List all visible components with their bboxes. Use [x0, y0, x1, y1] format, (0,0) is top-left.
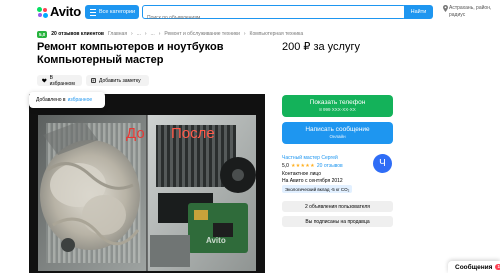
- note-icon: [91, 78, 96, 83]
- before-label: До: [126, 125, 145, 142]
- all-categories-label: Все категории: [99, 9, 136, 15]
- photo-gallery[interactable]: До После Avito: [29, 94, 265, 273]
- breadcrumb-separator: ›: [131, 31, 133, 37]
- price: 200 ₽ за услугу: [282, 41, 360, 53]
- avito-watermark: Avito: [206, 236, 226, 245]
- added-to-favorites-toast: Добавлено в избранное: [29, 92, 105, 108]
- breadcrumb-item[interactable]: Главная: [108, 31, 127, 37]
- avito-logo[interactable]: Avito: [37, 5, 81, 19]
- location-pin-icon: [443, 5, 448, 12]
- search-box: [142, 5, 406, 24]
- all-categories-button[interactable]: Все категории: [85, 5, 139, 19]
- show-phone-button[interactable]: Показать телефон 8 999 XXX-XX-XX: [282, 95, 393, 117]
- search-input[interactable]: [143, 12, 405, 24]
- logo-dots-icon: [37, 6, 48, 18]
- send-message-sub: Онлайн: [329, 134, 346, 139]
- breadcrumb: 5,0 20 отзывов клиентов Главная › ... › …: [37, 30, 303, 38]
- send-message-label: Написать сообщение: [305, 126, 370, 133]
- seller-rating: 5,0 ★★★★★ 20 отзывов: [282, 163, 343, 169]
- seller-since: На Авито с сентября 2012: [282, 178, 343, 184]
- search-button[interactable]: Найти: [404, 5, 433, 19]
- page-title: Ремонт компьютеров и ноутбуков Компьютер…: [37, 41, 224, 66]
- heart-icon: [42, 78, 47, 83]
- messages-count-badge: 1: [495, 264, 500, 270]
- seller-name[interactable]: Частный мастер Сергей: [282, 155, 338, 161]
- seller-type: Контактное лицо: [282, 171, 322, 177]
- seller-reviews-link[interactable]: 20 отзывов: [317, 163, 343, 169]
- send-message-button[interactable]: Написать сообщение Онлайн: [282, 122, 393, 144]
- after-label: После: [171, 125, 215, 142]
- breadcrumb-item[interactable]: ...: [137, 31, 141, 37]
- breadcrumb-separator: ›: [243, 31, 246, 37]
- main-photo: [38, 115, 256, 271]
- avatar[interactable]: Ч: [373, 154, 392, 173]
- breadcrumb-separator: ›: [158, 31, 161, 37]
- seller-rating-value: 5,0: [282, 163, 289, 169]
- rating-badge: 5,0: [37, 30, 48, 38]
- menu-icon: [90, 8, 96, 16]
- location-text: Астрахань, район, радиус: [449, 5, 492, 18]
- breadcrumb-item[interactable]: Компьютерная техника: [250, 31, 304, 37]
- seller-ads-button[interactable]: 2 объявления пользователя: [282, 201, 393, 212]
- messages-label: Сообщения: [455, 263, 493, 271]
- subscribed-button[interactable]: Вы подписаны на продавца: [282, 216, 393, 227]
- breadcrumb-item[interactable]: Ремонт и обслуживание техники: [164, 31, 239, 37]
- favorites-button[interactable]: В избранном: [37, 74, 82, 87]
- add-note-button[interactable]: Добавить заметку: [86, 75, 149, 86]
- breadcrumb-item[interactable]: ...: [151, 31, 155, 37]
- favorites-label: В избранном: [49, 74, 75, 87]
- phone-masked: 8 999 XXX-XX-XX: [319, 107, 356, 112]
- logo-text: Avito: [50, 4, 82, 19]
- star-icon: ★★★★★: [290, 163, 315, 169]
- add-note-label: Добавить заметку: [99, 77, 141, 84]
- messages-widget[interactable]: Сообщения 1: [448, 261, 500, 273]
- reviews-link[interactable]: 20 отзывов клиентов: [51, 31, 104, 37]
- breadcrumb-separator: ›: [144, 31, 147, 37]
- eco-badge[interactable]: Экологический вклад -5 кг CO₂: [282, 185, 353, 193]
- toast-text: Добавлено в: [36, 97, 66, 103]
- toast-favorites-link[interactable]: избранное: [68, 97, 93, 103]
- show-phone-label: Показать телефон: [309, 99, 366, 106]
